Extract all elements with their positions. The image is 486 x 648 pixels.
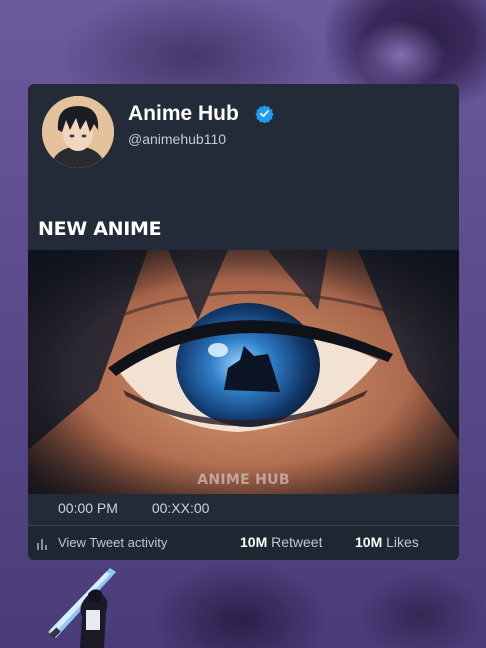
tweet-timestamp: 00:00 PM 00:XX:00 <box>58 500 239 516</box>
likes-label: Likes <box>386 534 419 550</box>
bg-purple-aura <box>356 20 446 90</box>
avatar-character-image <box>42 96 114 168</box>
view-tweet-activity-link[interactable]: View Tweet activity <box>58 535 167 550</box>
bg-character-bottom <box>150 560 330 648</box>
retweet-count[interactable]: 10M Retweet <box>240 534 322 550</box>
tweet-time: 00:00 PM <box>58 500 118 516</box>
tweet-text: NEW ANIME <box>38 218 162 240</box>
tweet-media-image[interactable]: ANIME HUB <box>28 250 459 494</box>
retweet-number: 10M <box>240 534 268 550</box>
likes-count[interactable]: 10M Likes <box>355 534 419 550</box>
verified-badge-icon <box>255 105 274 123</box>
tweet-date: 00:XX:00 <box>151 500 210 516</box>
bg-shadow-bottom-right <box>356 570 486 648</box>
profile-handle[interactable]: @animehub110 <box>128 131 226 147</box>
profile-name[interactable]: Anime Hub <box>128 102 239 126</box>
tweet-card[interactable]: Anime Hub @animehub110 NEW ANIME ANIME H… <box>28 84 459 560</box>
likes-number: 10M <box>355 534 383 550</box>
bar-chart-icon <box>37 539 47 550</box>
character-with-sword-illustration <box>48 568 116 648</box>
tweet-stats-bar: View Tweet activity 10M Retweet 10M Like… <box>28 526 459 560</box>
avatar[interactable] <box>42 96 114 168</box>
media-watermark: ANIME HUB <box>197 472 290 488</box>
retweet-label: Retweet <box>271 534 323 550</box>
anime-eye-illustration <box>28 250 459 494</box>
